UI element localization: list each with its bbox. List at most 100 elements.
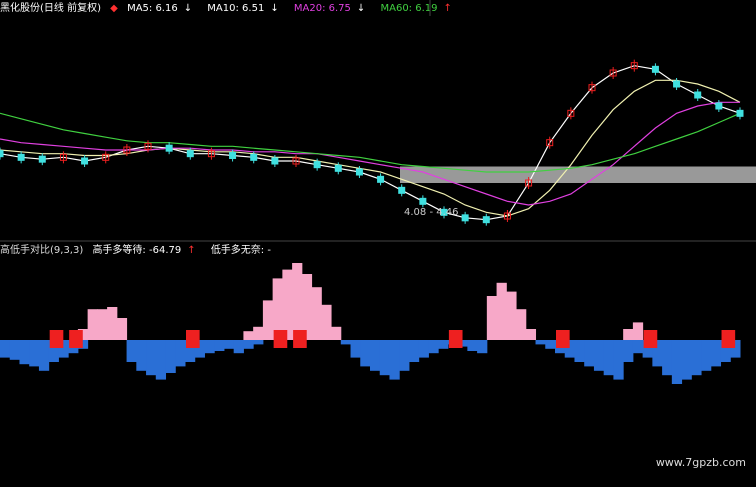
signal-marker xyxy=(186,330,200,348)
candle-body xyxy=(165,144,173,152)
high-hand-bar xyxy=(311,287,322,340)
high-hand-bar xyxy=(632,322,644,340)
high-hand-bar xyxy=(87,309,98,340)
low-hand-bar xyxy=(175,340,186,367)
low-hand-bar xyxy=(243,340,254,349)
indicator-panel xyxy=(0,263,741,384)
signal-marker xyxy=(69,330,83,348)
high-hand-bar xyxy=(107,307,118,340)
price-range-annotation: 4.08 - 4.46 xyxy=(404,207,459,218)
low-hand-bar xyxy=(477,340,488,354)
high-hand-bar xyxy=(486,296,498,340)
candle-body xyxy=(186,150,194,158)
high-hand-bar xyxy=(525,329,537,340)
low-hand-bar xyxy=(155,340,167,380)
low-hand-bar xyxy=(603,340,614,376)
candle-body xyxy=(651,65,659,73)
watermark: www.7gpzb.com xyxy=(655,456,746,469)
candle-body xyxy=(0,150,4,158)
low-hand-bar xyxy=(438,340,449,349)
low-hand-bar xyxy=(29,340,40,367)
low-hand-bar xyxy=(0,340,11,358)
signal-marker xyxy=(293,330,307,348)
high-hand-bar xyxy=(506,291,517,340)
low-hand-bar xyxy=(370,340,381,371)
low-hand-bar xyxy=(9,340,20,360)
signal-marker xyxy=(721,330,736,348)
low-hand-bar xyxy=(545,340,556,349)
signal-marker xyxy=(556,330,570,348)
high-hand-bar xyxy=(623,329,634,340)
high-hand-bar xyxy=(253,326,264,340)
low-hand-bar xyxy=(146,340,157,376)
low-hand-bar xyxy=(340,340,352,345)
candle-body xyxy=(461,214,469,222)
high-hand-bar xyxy=(262,300,274,340)
candle-body xyxy=(17,153,25,161)
candle-body xyxy=(482,216,490,224)
signal-marker xyxy=(273,330,288,348)
low-hand-bar xyxy=(671,340,683,384)
low-hand-bar xyxy=(408,340,420,362)
low-hand-bar xyxy=(379,340,390,376)
low-hand-bar xyxy=(38,340,50,371)
candle-body xyxy=(38,155,46,163)
candle-body xyxy=(229,152,237,159)
ma-line-ma20 xyxy=(0,101,740,206)
candle-body xyxy=(673,80,681,88)
signal-marker xyxy=(49,330,64,348)
low-hand-bar xyxy=(681,340,692,380)
candle-body xyxy=(736,109,744,117)
ma-line-ma10 xyxy=(0,79,741,217)
signal-marker xyxy=(643,330,658,348)
low-hand-bar xyxy=(233,340,244,354)
low-hand-bar xyxy=(710,340,722,367)
candle-body xyxy=(715,102,723,110)
low-hand-bar xyxy=(428,340,439,354)
low-hand-bar xyxy=(389,340,400,380)
candle-body xyxy=(377,175,385,183)
high-hand-bar xyxy=(331,326,342,340)
low-hand-bar xyxy=(467,340,478,351)
candle-body xyxy=(271,157,279,165)
low-hand-bar xyxy=(360,340,371,367)
candle-body xyxy=(81,157,89,165)
low-hand-bar xyxy=(535,340,546,345)
candle-body xyxy=(419,197,427,205)
low-hand-bar xyxy=(204,340,215,354)
price-panel xyxy=(0,59,756,226)
low-hand-bar xyxy=(418,340,429,358)
low-hand-bar xyxy=(574,340,585,362)
candle-body xyxy=(355,168,363,176)
candle-body xyxy=(250,153,258,161)
high-hand-bar xyxy=(321,304,332,340)
ma-line-ma5 xyxy=(0,65,741,221)
high-hand-bar xyxy=(496,282,507,340)
low-hand-bar xyxy=(136,340,147,371)
candle-body xyxy=(313,161,321,169)
high-hand-bar xyxy=(292,263,303,340)
stock-chart: 4.08 - 4.46 xyxy=(0,0,756,384)
low-hand-bar xyxy=(701,340,712,371)
low-hand-bar xyxy=(253,340,264,345)
high-hand-bar xyxy=(282,269,293,340)
low-hand-bar xyxy=(165,340,176,373)
low-hand-bar xyxy=(632,340,644,354)
high-hand-bar xyxy=(116,318,128,340)
low-hand-bar xyxy=(399,340,410,371)
low-hand-bar xyxy=(623,340,634,362)
high-hand-bar xyxy=(97,309,108,340)
low-hand-bar xyxy=(613,340,624,380)
low-hand-bar xyxy=(214,340,225,351)
candle-body xyxy=(694,91,702,99)
low-hand-bar xyxy=(691,340,702,376)
low-hand-bar xyxy=(126,340,137,362)
high-hand-bar xyxy=(243,331,254,340)
low-hand-bar xyxy=(223,340,235,349)
low-hand-bar xyxy=(593,340,605,371)
candle-body xyxy=(398,186,406,194)
candle-body xyxy=(334,164,342,172)
low-hand-bar xyxy=(584,340,595,367)
high-hand-bar xyxy=(516,309,527,340)
signal-marker xyxy=(448,330,463,348)
